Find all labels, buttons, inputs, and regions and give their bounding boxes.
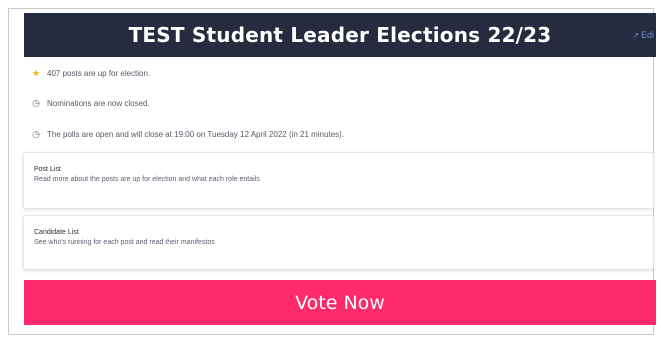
polls-status-line: ◷ The polls are open and will close at 1…	[31, 129, 344, 140]
nominations-status-text: Nominations are now closed.	[47, 99, 150, 108]
candidate-list-card[interactable]: Candidate List See who's running for eac…	[23, 215, 654, 270]
page-title: TEST Student Leader Elections 22/23	[128, 23, 552, 47]
post-list-card[interactable]: Post List Read more about the posts are …	[23, 152, 654, 209]
clock-icon: ◷	[32, 98, 40, 108]
star-icon: ★	[31, 68, 41, 78]
clock-icon: ◷	[32, 129, 40, 139]
external-link-icon: ↗	[632, 30, 639, 40]
posts-count-text: 407 posts are up for election.	[47, 69, 151, 78]
vote-now-button[interactable]: Vote Now	[24, 280, 656, 325]
candidate-list-description: See who's running for each post and read…	[34, 239, 215, 246]
page-header: TEST Student Leader Elections 22/23 ↗ Ed…	[24, 13, 656, 57]
candidate-list-title: Candidate List	[34, 229, 79, 236]
post-list-description: Read more about the posts are up for ele…	[34, 176, 260, 183]
posts-count-line: ★ 407 posts are up for election.	[31, 68, 150, 79]
nominations-status-line: ◷ Nominations are now closed.	[31, 98, 150, 109]
edit-link[interactable]: ↗ Edi	[632, 30, 654, 40]
post-list-title: Post List	[34, 166, 61, 173]
edit-link-label: Edi	[640, 30, 654, 40]
polls-status-text: The polls are open and will close at 19:…	[47, 130, 345, 139]
